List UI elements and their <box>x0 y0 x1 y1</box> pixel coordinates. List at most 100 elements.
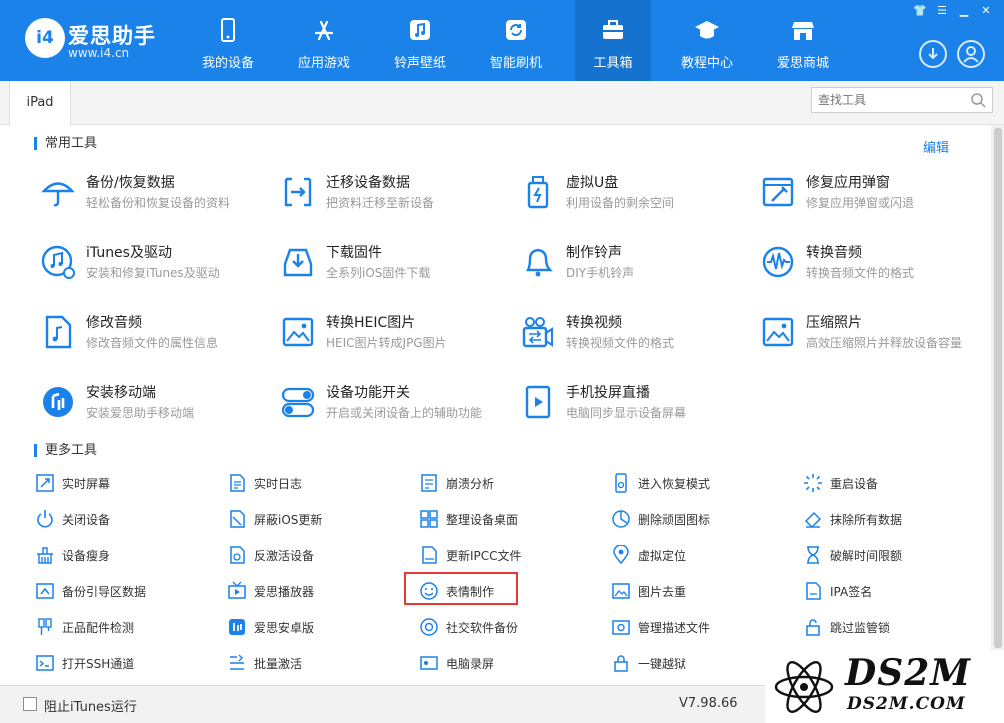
tool-desc: 高效压缩照片并释放设备容量 <box>806 336 963 350</box>
more-realtime-screen[interactable]: 实时屏幕 <box>35 472 185 496</box>
nav-apps-games[interactable]: 应用游戏 <box>286 0 362 81</box>
more-manage-profiles[interactable]: 管理描述文件 <box>611 616 761 640</box>
more-social-backup[interactable]: 社交软件备份 <box>419 616 569 640</box>
more-label: 跳过监管锁 <box>830 621 891 635</box>
tool-name: 安装移动端 <box>86 385 156 401</box>
more-label: 电脑录屏 <box>446 657 495 671</box>
more-recovery-mode[interactable]: 进入恢复模式 <box>611 472 761 496</box>
menu-icon[interactable]: ☰ <box>934 4 950 18</box>
more-batch-activate[interactable]: 批量激活 <box>227 652 377 676</box>
nav-smart-flash[interactable]: 智能刷机 <box>478 0 554 81</box>
nav-my-device[interactable]: 我的设备 <box>190 0 266 81</box>
nav-tutorials[interactable]: 教程中心 <box>669 0 745 81</box>
tool-edit-audio[interactable]: 修改音频 修改音频文件的属性信息 <box>40 312 270 362</box>
broom-icon <box>37 547 53 564</box>
nav-toolbox[interactable]: 工具箱 <box>575 0 651 81</box>
close-icon[interactable]: ✕ <box>978 4 994 18</box>
more-delete-stubborn-icons[interactable]: 删除顽固图标 <box>611 508 761 532</box>
more-label: 批量激活 <box>254 657 303 671</box>
more-backup-boot[interactable]: 备份引导区数据 <box>35 580 185 604</box>
more-label: 删除顽固图标 <box>638 513 711 527</box>
more-skip-mdm-lock[interactable]: 跳过监管锁 <box>803 616 953 640</box>
tool-make-ringtone[interactable]: 制作铃声 DIY手机铃声 <box>520 242 750 292</box>
more-label: IPA签名 <box>830 585 873 599</box>
more-crash-analysis[interactable]: 崩溃分析 <box>419 472 569 496</box>
recovery-mode-icon <box>615 473 627 493</box>
nav-shop[interactable]: 爱思商城 <box>765 0 841 81</box>
tool-convert-video[interactable]: 转换视频 转换视频文件的格式 <box>520 312 750 362</box>
search-icon[interactable] <box>970 92 986 108</box>
more-image-dedupe[interactable]: 图片去重 <box>611 580 761 604</box>
block-itunes-label[interactable]: 阻止iTunes运行 <box>44 696 137 715</box>
more-label: 进入恢复模式 <box>638 477 711 491</box>
tool-fix-app-popup[interactable]: 修复应用弹窗 修复应用弹窗或闪退 <box>760 172 990 222</box>
social-backup-icon <box>420 618 438 636</box>
photo-compress-icon <box>762 317 794 347</box>
more-restart-device[interactable]: 重启设备 <box>803 472 953 496</box>
more-pc-screen-record[interactable]: 电脑录屏 <box>419 652 569 676</box>
tool-itunes-driver[interactable]: iTunes及驱动 安装和修复iTunes及驱动 <box>40 242 270 292</box>
tool-download-firmware[interactable]: 下载固件 全系列iOS固件下载 <box>280 242 510 292</box>
tool-desc: 利用设备的剩余空间 <box>566 196 675 210</box>
tool-convert-heic[interactable]: 转换HEIC图片 HEIC图片转成JPG图片 <box>280 312 510 362</box>
tool-device-switches[interactable]: 设备功能开关 开启或关闭设备上的辅助功能 <box>280 382 510 432</box>
top-header: i4 爱思助手 www.i4.cn 我的设备 应用游戏 铃声壁纸 智能刷机 工具… <box>0 0 1004 81</box>
more-virtual-location[interactable]: 虚拟定位 <box>611 544 761 568</box>
repair-window-icon <box>762 177 794 207</box>
download-circle-icon[interactable] <box>919 40 947 68</box>
tool-install-mobile[interactable]: 安装移动端 安装爱思助手移动端 <box>40 382 270 432</box>
ipa-sign-icon <box>806 582 821 600</box>
more-crack-time-limit[interactable]: 破解时间限额 <box>803 544 953 568</box>
download-tray-icon <box>283 248 313 277</box>
search-box[interactable] <box>811 87 993 113</box>
restart-icon <box>804 474 822 492</box>
more-one-click-jailbreak[interactable]: 一键越狱 <box>611 652 761 676</box>
tool-screen-mirror[interactable]: 手机投屏直播 电脑同步显示设备屏幕 <box>520 382 750 432</box>
edit-link[interactable]: 编辑 <box>923 137 949 156</box>
tool-name: 下载固件 <box>326 245 382 261</box>
tool-migrate-data[interactable]: 迁移设备数据 把资料迁移至新设备 <box>280 172 510 222</box>
logo-letters: i4 <box>36 28 54 48</box>
more-tools-title: 更多工具 <box>34 444 97 457</box>
more-genuine-accessory[interactable]: 正品配件检测 <box>35 616 185 640</box>
more-update-ipcc[interactable]: 更新IPCC文件 <box>419 544 569 568</box>
more-device-slim[interactable]: 设备瘦身 <box>35 544 185 568</box>
terminal-icon <box>36 655 54 671</box>
i4-logo[interactable]: i4 <box>25 18 65 58</box>
log-icon <box>230 474 245 492</box>
tool-desc: 安装爱思助手移动端 <box>86 406 195 420</box>
more-realtime-log[interactable]: 实时日志 <box>227 472 377 496</box>
tool-desc: 全系列iOS固件下载 <box>326 266 431 280</box>
nav-label: 应用游戏 <box>297 56 350 71</box>
tool-virtual-udisk[interactable]: 虚拟U盘 利用设备的剩余空间 <box>520 172 750 222</box>
grid-icon <box>420 510 438 528</box>
power-icon <box>37 510 53 528</box>
more-label: 管理描述文件 <box>638 621 711 635</box>
tool-name: 虚拟U盘 <box>566 175 619 191</box>
tool-name: 迁移设备数据 <box>326 175 410 191</box>
minimize-icon[interactable]: ▁ <box>956 4 972 18</box>
more-i4-android[interactable]: 爱思安卓版 <box>227 616 377 640</box>
more-shutdown[interactable]: 关闭设备 <box>35 508 185 532</box>
more-block-ios-update[interactable]: 屏蔽iOS更新 <box>227 508 377 532</box>
more-open-ssh[interactable]: 打开SSH通道 <box>35 652 185 676</box>
watermark-sub: DS2M.COM <box>847 694 966 714</box>
more-label: 更新IPCC文件 <box>446 549 522 563</box>
shirt-icon[interactable]: 👕 <box>912 4 928 18</box>
scrollbar-thumb[interactable] <box>994 128 1002 648</box>
nav-ringtones[interactable]: 铃声壁纸 <box>382 0 458 81</box>
tool-compress-photo[interactable]: 压缩照片 高效压缩照片并释放设备容量 <box>760 312 990 362</box>
highlight-box <box>404 572 518 605</box>
screen-cast-icon <box>525 385 551 419</box>
more-i4-player[interactable]: 爱思播放器 <box>227 580 377 604</box>
more-deactivate-device[interactable]: 反激活设备 <box>227 544 377 568</box>
more-erase-all-data[interactable]: 抹除所有数据 <box>803 508 953 532</box>
more-organize-desktop[interactable]: 整理设备桌面 <box>419 508 569 532</box>
user-avatar-icon[interactable] <box>957 40 985 68</box>
tool-convert-audio[interactable]: 转换音频 转换音频文件的格式 <box>760 242 990 292</box>
block-itunes-checkbox[interactable] <box>23 697 37 711</box>
search-input[interactable] <box>812 88 962 112</box>
tab-ipad[interactable]: iPad <box>9 81 71 126</box>
more-ipa-sign[interactable]: IPA签名 <box>803 580 953 604</box>
tool-backup-restore[interactable]: 备份/恢复数据 轻松备份和恢复设备的资料 <box>40 172 270 222</box>
